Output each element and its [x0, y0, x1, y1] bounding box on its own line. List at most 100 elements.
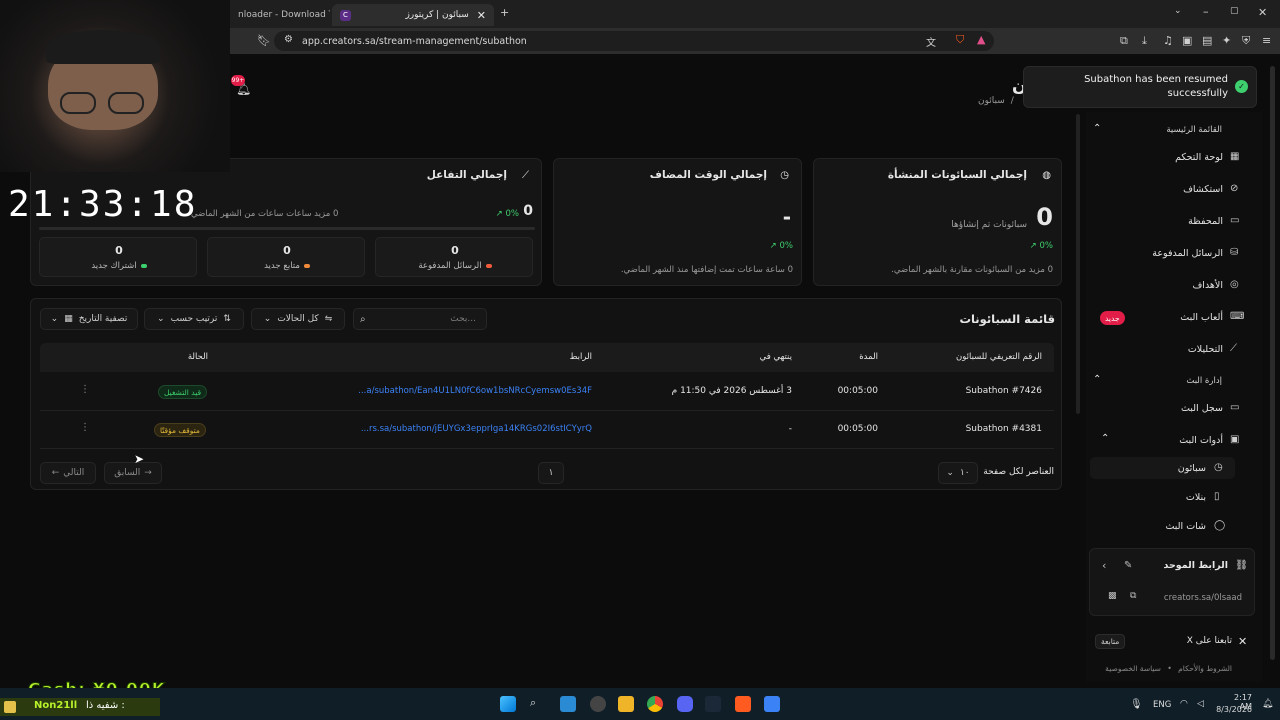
- coins-icon: ⛁: [1230, 247, 1239, 258]
- next-button[interactable]: ← التالي: [40, 462, 96, 484]
- maximize-icon[interactable]: ▢: [1230, 6, 1239, 16]
- x-logo-icon: ✕: [1238, 635, 1248, 648]
- site-info-icon[interactable]: ⚙: [284, 34, 293, 45]
- tab-downloader[interactable]: nloader - Download TikT: [230, 4, 330, 26]
- analytics-icon: ⟋: [1230, 343, 1237, 354]
- brave-icon[interactable]: [735, 696, 751, 712]
- sidebar-item-panels[interactable]: بنلات: [1186, 492, 1206, 503]
- sort-dropdown[interactable]: ⌄ ترتيب حسب ⇅: [144, 308, 244, 330]
- status-badge: متوقف مؤقتًا: [154, 423, 206, 437]
- status-badge: قيد التشغيل: [158, 385, 208, 399]
- url-field[interactable]: ⚙ app.creators.sa/stream-management/suba…: [274, 31, 994, 51]
- sidebar-item-analytics[interactable]: التحليلات: [1188, 344, 1223, 355]
- page-scrollbar[interactable]: [1270, 66, 1275, 660]
- date-filter-dropdown[interactable]: ⌄ ▦ تصفية التاريخ: [40, 308, 138, 330]
- chevron-down-icon: ⌄: [946, 468, 954, 478]
- filter-icon: ⇋: [324, 314, 333, 324]
- minimize-icon[interactable]: –: [1203, 5, 1209, 18]
- close-window-icon[interactable]: ✕: [1258, 6, 1267, 19]
- volume-icon[interactable]: ◁: [1197, 699, 1204, 709]
- orange-dot-icon: [303, 264, 310, 268]
- footer-links: الشروط والأحكام • سياسة الخصوصية: [1105, 664, 1232, 673]
- chevron-up-icon[interactable]: ⌃: [1093, 123, 1101, 134]
- privacy-link[interactable]: سياسة الخصوصية: [1105, 664, 1161, 673]
- menu-icon[interactable]: ≡: [1262, 34, 1271, 47]
- mini-card-new-followers: 0 متابع جديد: [207, 237, 365, 277]
- content-scrollbar[interactable]: [1076, 114, 1080, 414]
- glasses-left: [60, 92, 96, 114]
- link-icon: ⛓: [1235, 560, 1248, 571]
- search-input[interactable]: ⌕ بحث...: [353, 308, 487, 330]
- table-row[interactable]: Subathon #7426 00:05:00 3 أغسطس 2026 في …: [40, 373, 1054, 411]
- mini-card-new-subs: 0 اشتراك جديد: [39, 237, 197, 277]
- chevron-up-icon[interactable]: ⌃: [1101, 433, 1109, 444]
- download-icon[interactable]: ⤓: [1142, 34, 1147, 48]
- video-icon: ▭: [1230, 402, 1240, 413]
- chevron-down-icon: ⌄: [263, 314, 272, 324]
- app-icon[interactable]: [764, 696, 780, 712]
- webcam-overlay: [0, 0, 230, 172]
- sidebar-item-stream-tools[interactable]: أدوات البث: [1179, 435, 1223, 446]
- page-number[interactable]: ١: [538, 462, 564, 484]
- obs-icon[interactable]: [590, 696, 606, 712]
- sidebar-item-stream-log[interactable]: سجل البث: [1181, 403, 1223, 414]
- sidebar-toggle-icon[interactable]: ▣: [1182, 34, 1192, 47]
- chat-overlay-bar: Non21ll : شفيه ذا: [0, 698, 160, 716]
- sidebar-section-main: القائمة الرئيسية: [1166, 125, 1222, 135]
- windows-start-icon[interactable]: [500, 696, 516, 712]
- follow-button[interactable]: متابعة: [1095, 634, 1126, 649]
- steam-icon[interactable]: [705, 696, 721, 712]
- terms-link[interactable]: الشروط والأحكام: [1178, 664, 1232, 673]
- sidebar-item-explore[interactable]: استكشاف: [1183, 184, 1223, 195]
- sidebar-item-paid-messages[interactable]: الرسائل المدفوعة: [1152, 248, 1223, 259]
- chrome-icon[interactable]: [647, 696, 663, 712]
- tab-subathon[interactable]: C سبائون | كريتورز ✕: [332, 4, 494, 26]
- close-tab-icon[interactable]: ✕: [477, 9, 486, 22]
- stat-card-created: ◍ إجمالي السبائونات المنشأة 0 سبائونات ت…: [813, 158, 1062, 286]
- subathon-link[interactable]: a/subathon/Ean4U1LN0fC6ow1bsNRcCyemsw0Es…: [358, 386, 592, 396]
- chat-icon: ◯: [1214, 520, 1226, 531]
- chevron-up-icon[interactable]: ⌃: [1093, 374, 1101, 385]
- new-tab-icon[interactable]: +: [500, 6, 509, 19]
- sidebar-item-goals[interactable]: الأهداف: [1192, 280, 1223, 291]
- translate-icon[interactable]: 文: [926, 34, 936, 49]
- sidebar-item-dashboard[interactable]: لوحة التحكم: [1175, 152, 1223, 163]
- brave-rewards-icon[interactable]: ▲: [977, 33, 985, 46]
- status-filter-dropdown[interactable]: ⌄ كل الحالات ⇋: [251, 308, 345, 330]
- sidebar-item-stream-chat[interactable]: شات البث: [1165, 521, 1206, 532]
- sidebar-item-wallet[interactable]: المحفظة: [1188, 216, 1223, 227]
- more-vertical-icon[interactable]: ⋮: [80, 384, 90, 395]
- wallet-icon[interactable]: ▤: [1202, 34, 1212, 47]
- bookmark-icon[interactable]: 🔖︎: [257, 34, 271, 47]
- streamer-hair: [46, 30, 160, 64]
- success-toast: ✓ Subathon has been resumed successfully: [1023, 66, 1257, 108]
- copy-icon[interactable]: ⧉: [1130, 591, 1136, 601]
- leo-icon[interactable]: ✦: [1222, 34, 1231, 47]
- sidebar-section-stream: إدارة البث: [1186, 376, 1222, 386]
- per-page-select[interactable]: ⌄ ١٠: [938, 462, 978, 484]
- sidebar-item-subathon[interactable]: سبائون: [1178, 463, 1206, 474]
- search-icon: ⌕: [360, 313, 366, 325]
- chevron-left-icon[interactable]: ‹: [1102, 559, 1106, 572]
- search-icon[interactable]: ⌕: [530, 696, 546, 712]
- tab-list-icon[interactable]: ⌄: [1174, 6, 1182, 16]
- arrow-left-icon: ←: [51, 468, 60, 478]
- widgets-icon[interactable]: [560, 696, 576, 712]
- edit-icon[interactable]: ✎: [1124, 560, 1132, 571]
- file-explorer-icon[interactable]: [618, 696, 634, 712]
- brave-shields-icon[interactable]: ⛉: [956, 33, 964, 47]
- table-row[interactable]: Subathon #4381 00:05:00 - rs.sa/subathon…: [40, 411, 1054, 449]
- notifications-icon[interactable]: 🔔︎: [1262, 699, 1273, 709]
- sidebar-item-stream-games[interactable]: ألعاب البث: [1180, 312, 1223, 323]
- subathon-link[interactable]: rs.sa/subathon/jEUYGx3epprIga14KRGs02I6s…: [361, 424, 592, 434]
- microphone-icon[interactable]: 🎙︎: [1130, 699, 1143, 710]
- discord-icon[interactable]: [677, 696, 693, 712]
- vpn-icon[interactable]: ⛨: [1242, 34, 1250, 48]
- media-icon[interactable]: ♫: [1163, 34, 1173, 47]
- extensions-icon[interactable]: ⧉: [1120, 34, 1128, 48]
- wallet-icon: ▭: [1230, 215, 1240, 226]
- more-vertical-icon[interactable]: ⋮: [80, 422, 90, 433]
- prev-button[interactable]: السابق →: [104, 462, 162, 484]
- wifi-icon[interactable]: ◠: [1180, 699, 1188, 709]
- qr-code-icon[interactable]: ▩: [1108, 591, 1117, 601]
